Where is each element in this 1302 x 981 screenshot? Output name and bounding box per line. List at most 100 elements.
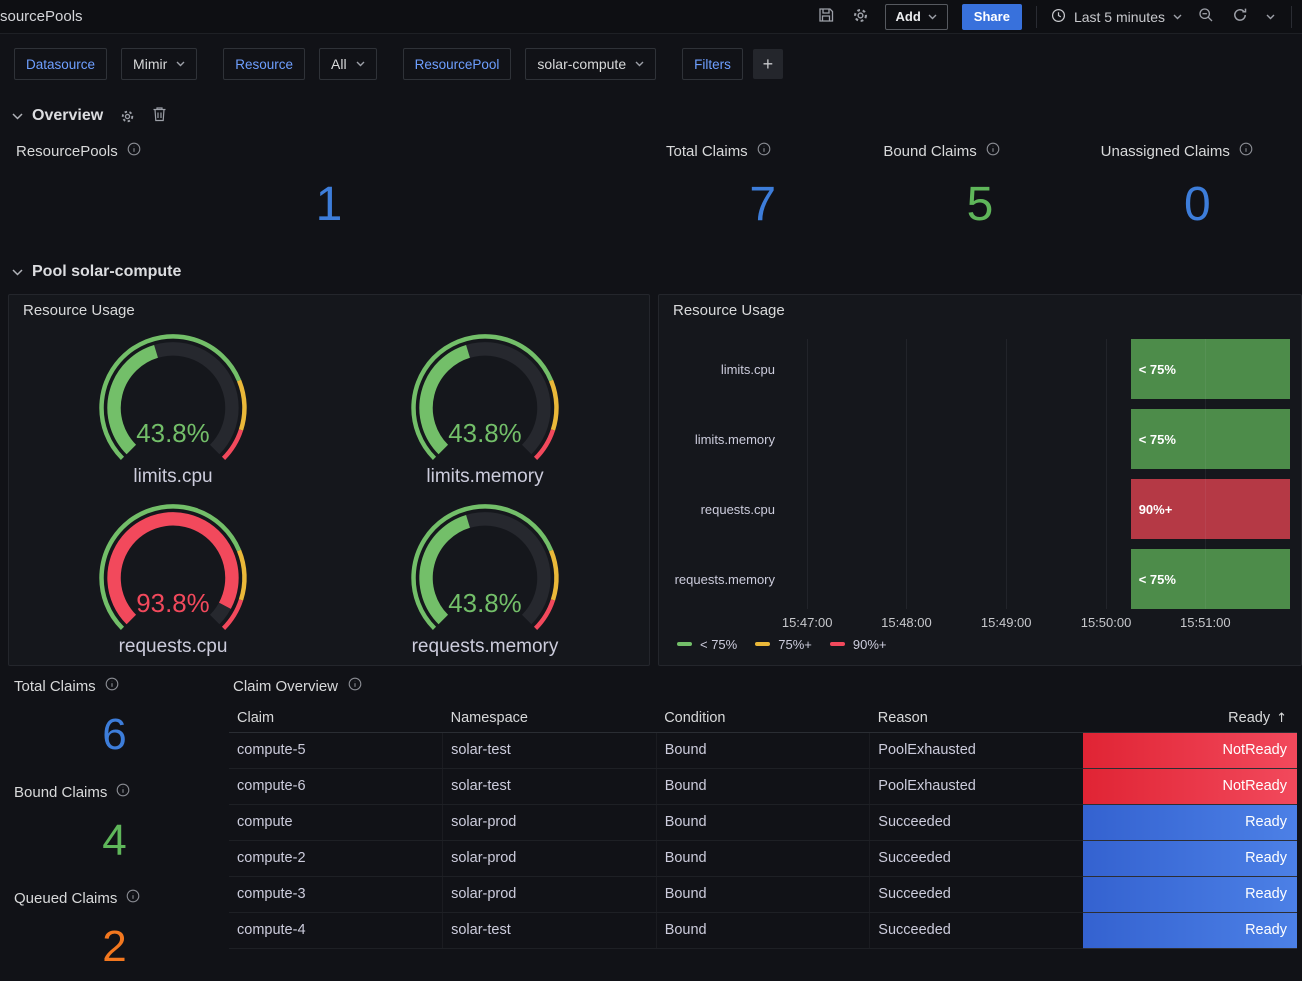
bottom-row: Total Claims 6 Bound Claims 4 Queued Cla… [0,673,1302,981]
stat-value: 0 [1093,161,1302,248]
timeline-plot: limits.cpu< 75%limits.memory< 75%request… [667,339,1293,609]
resourcepool-select[interactable]: solar-compute [525,48,656,80]
panel-title[interactable]: ResourcePools [16,143,118,160]
legend-item[interactable]: 75%+ [755,637,812,652]
variable-resourcepool: ResourcePool solar-compute [403,48,657,80]
stat-panel-bound-claims: Bound Claims 5 [875,136,1084,248]
info-icon[interactable] [986,142,1000,161]
save-dashboard-button[interactable] [816,5,836,28]
table-row: compute-5solar-testBoundPoolExhaustedNot… [229,732,1297,768]
info-icon[interactable] [1239,142,1253,161]
legend-label: 90%+ [853,637,887,652]
dashboard-settings-button[interactable] [850,5,871,29]
section-title: Overview [32,107,103,125]
resource-label: Resource [223,48,305,80]
stat-value: 4 [8,802,221,879]
panel-title[interactable]: Resource Usage [17,302,641,319]
legend-item[interactable]: 90%+ [830,637,887,652]
panel-title[interactable]: Bound Claims [883,143,976,160]
save-icon [818,7,834,26]
variable-datasource: Datasource Mimir [14,48,197,80]
column-header-condition[interactable]: Condition [656,704,870,732]
zoom-out-icon [1198,7,1214,26]
svg-text:43.8%: 43.8% [136,420,209,448]
section-header-pool[interactable]: Pool solar-compute [0,258,1302,286]
table-row: compute-6solar-testBoundPoolExhaustedNot… [229,768,1297,804]
info-icon[interactable] [116,783,130,802]
divider [1291,6,1292,28]
info-icon[interactable] [127,142,141,161]
column-header-ready[interactable]: Ready↑ [1083,704,1297,732]
refresh-icon [1232,7,1248,26]
x-axis-tick: 15:49:00 [981,615,1032,630]
chevron-down-icon [356,61,365,67]
gauge-label: requests.cpu [119,636,228,659]
timeline-row-label: limits.memory [667,409,789,469]
panel-title[interactable]: Claim Overview [233,678,338,695]
info-icon[interactable] [105,677,119,696]
panel-title[interactable]: Total Claims [666,143,748,160]
x-axis-tick: 15:48:00 [881,615,932,630]
timeline-row-limits.memory: limits.memory< 75% [667,409,1293,469]
chevron-down-icon [12,113,23,120]
section-title: Pool solar-compute [32,263,181,281]
panel-title[interactable]: Bound Claims [14,784,107,801]
timeline-row-label: limits.cpu [667,339,789,399]
stat-panel-unassigned-claims: Unassigned Claims 0 [1093,136,1302,248]
ready-status-cell: Ready [1083,840,1297,876]
trash-icon [152,106,167,127]
state-bar: 90%+ [1131,479,1290,539]
x-axis-tick: 15:51:00 [1180,615,1231,630]
resourcepool-label: ResourcePool [403,48,512,80]
stat-value: 2 [8,908,221,981]
legend-swatch [677,642,692,646]
row-delete-button[interactable] [152,106,167,127]
info-icon[interactable] [126,889,140,908]
panel-title[interactable]: Unassigned Claims [1101,143,1230,160]
legend-swatch [830,642,845,646]
add-panel-button[interactable]: Add [885,4,948,30]
datasource-label: Datasource [14,48,107,80]
filters-button[interactable]: Filters [682,48,743,80]
info-icon[interactable] [757,142,771,161]
stat-panel-resourcepools: ResourcePools 1 [8,136,650,248]
panel-title[interactable]: Total Claims [14,678,96,695]
topbar-actions: Add Share Last 5 minutes [816,4,1292,30]
timeline-legend: < 75% 75%+ 90%+ [667,633,1293,655]
refresh-button[interactable] [1230,5,1250,28]
sort-asc-icon: ↑ [1276,711,1287,726]
claim-overview-panel: Claim Overview ClaimNamespaceConditionRe… [229,673,1302,981]
gauge-requests.cpu: 93.8% requests.cpu [17,495,329,659]
stat-value: 6 [8,696,221,773]
ready-status-cell: Ready [1083,804,1297,840]
add-filter-button[interactable]: + [753,49,783,79]
dashboard-title: sourcePools [0,8,83,25]
panel-title[interactable]: Queued Claims [14,890,117,907]
panel-title[interactable]: Resource Usage [667,302,1293,319]
time-range-picker[interactable]: Last 5 minutes [1051,8,1182,26]
share-button[interactable]: Share [962,4,1022,30]
state-bar: < 75% [1131,549,1290,609]
row-settings-button[interactable] [120,109,135,124]
column-header-reason[interactable]: Reason [870,704,1084,732]
section-header-overview[interactable]: Overview [0,102,1302,130]
stat-panel-pool-bound-claims: Bound Claims 4 [8,779,221,879]
ready-status-cell: Ready [1083,912,1297,948]
state-bar: < 75% [1131,339,1290,399]
info-icon[interactable] [348,677,362,696]
table-row: compute-4solar-testBoundSucceededReady [229,912,1297,948]
refresh-interval-dropdown[interactable] [1264,12,1277,22]
resource-select[interactable]: All [319,48,377,80]
pool-panels-row: Resource Usage 43.8%limits.cpu43.8%limit… [0,294,1302,666]
datasource-select[interactable]: Mimir [121,48,197,80]
gauge-requests.memory: 43.8%requests.memory [329,495,641,659]
claims-table: ClaimNamespaceConditionReasonReady↑compu… [229,704,1297,949]
zoom-out-button[interactable] [1196,5,1216,28]
resource-usage-gauge-panel: Resource Usage 43.8%limits.cpu43.8%limit… [8,294,650,666]
column-header-namespace[interactable]: Namespace [443,704,657,732]
svg-text:93.8%: 93.8% [136,590,209,618]
timeline-x-axis: 15:47:0015:48:0015:49:0015:50:0015:51:00 [789,611,1293,633]
column-header-claim[interactable]: Claim [229,704,443,732]
legend-item[interactable]: < 75% [677,637,737,652]
stat-value: 5 [875,161,1084,248]
